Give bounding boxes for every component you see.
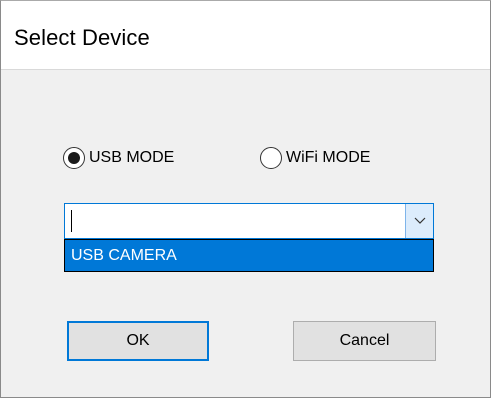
dropdown-button[interactable]: [405, 204, 433, 238]
dialog-title: Select Device: [14, 25, 150, 50]
dialog-titlebar: Select Device: [1, 1, 490, 70]
usb-mode-radio[interactable]: USB MODE: [63, 145, 174, 171]
cancel-button[interactable]: Cancel: [293, 321, 436, 361]
wifi-mode-radio[interactable]: WiFi MODE: [260, 145, 370, 171]
device-dropdown-list: USB CAMERA: [64, 239, 434, 272]
radio-selected-dot: [68, 152, 80, 164]
usb-mode-label: USB MODE: [89, 149, 175, 166]
device-combobox[interactable]: [64, 203, 434, 239]
chevron-down-icon: [414, 217, 425, 224]
select-device-dialog: Select Device USB MODE WiFi MODE USB CAM…: [0, 0, 491, 398]
usb-mode-radio-circle[interactable]: [63, 147, 85, 169]
ok-button[interactable]: OK: [67, 321, 209, 361]
text-caret: [71, 210, 72, 232]
wifi-mode-label: WiFi MODE: [286, 149, 371, 166]
wifi-mode-radio-circle[interactable]: [260, 147, 282, 169]
list-item-usb-camera[interactable]: USB CAMERA: [71, 247, 177, 265]
